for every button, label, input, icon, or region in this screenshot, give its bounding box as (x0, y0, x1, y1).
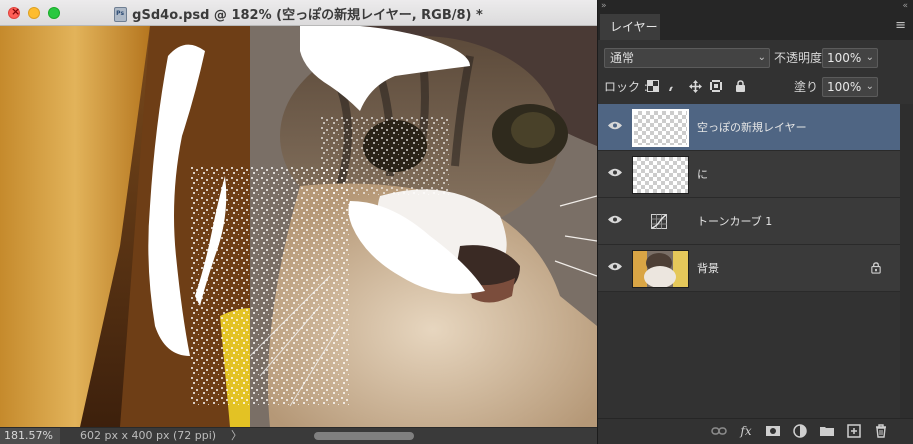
layer-thumbnail (632, 156, 689, 194)
mask-icon[interactable] (765, 423, 781, 439)
eye-icon[interactable] (608, 121, 622, 130)
panel-collapse-icon[interactable]: « (902, 0, 908, 12)
panel-close-icon[interactable]: » (601, 0, 607, 12)
curves-adjustment-icon (651, 214, 667, 229)
layer-row-background[interactable]: 背景 (598, 245, 900, 292)
blend-mode-value: 通常 (610, 51, 635, 65)
link-icon[interactable] (711, 423, 727, 439)
trash-icon[interactable] (873, 423, 889, 439)
layer-name[interactable]: 空っぽの新規レイヤー (697, 104, 807, 151)
lock-image-pixels-icon[interactable] (667, 80, 681, 94)
eye-icon[interactable] (608, 262, 622, 271)
chevron-down-icon: ⌄ (865, 81, 874, 92)
scrollbar-thumb[interactable] (314, 432, 414, 440)
folder-icon[interactable] (819, 423, 835, 439)
lock-transparent-pixels-icon[interactable] (646, 80, 660, 94)
layer-name[interactable]: に (697, 151, 708, 198)
layers-list: 空っぽの新規レイヤー に トーンカーブ 1 背景 (598, 104, 900, 318)
eye-icon[interactable] (608, 215, 622, 224)
image-canvas[interactable] (0, 26, 597, 427)
new-layer-icon[interactable] (846, 423, 862, 439)
lock-artboard-icon[interactable] (709, 80, 723, 94)
panel-header-strip: » « (598, 0, 913, 14)
canvas-artwork (0, 26, 597, 427)
layer-row-empty-new-layer[interactable]: 空っぽの新規レイヤー (598, 104, 900, 151)
opacity-field[interactable]: 100% ⌄ (822, 48, 878, 68)
chevron-down-icon: ⌄ (757, 52, 766, 63)
layer-name[interactable]: トーンカーブ 1 (697, 198, 772, 245)
adjustment-icon[interactable] (792, 423, 808, 439)
status-menu-arrow[interactable]: 〉 (231, 428, 242, 444)
blend-options-row: 通常 ⌄ 不透明度 : 100% ⌄ (598, 48, 913, 70)
layer-row-tone-curve[interactable]: トーンカーブ 1 (598, 198, 900, 245)
fill-value: 100% (827, 80, 862, 94)
document-title: gSd4o.psd @ 182% (空っぽの新規レイヤー, RGB/8) * (132, 8, 483, 23)
layers-panel: » « レイヤー ≡ 通常 ⌄ 不透明度 : 100% ⌄ ロック : 塗り:… (597, 0, 913, 444)
tab-layers[interactable]: レイヤー (600, 14, 660, 40)
layer-name[interactable]: 背景 (697, 245, 719, 292)
document-info: 602 px x 400 px (72 ppi) (80, 429, 217, 442)
panel-menu-icon[interactable]: ≡ (895, 18, 906, 33)
panel-tab-bar: レイヤー ≡ (598, 14, 913, 40)
fill-field[interactable]: 100% ⌄ (822, 77, 878, 97)
psd-file-icon (114, 7, 128, 22)
lock-label: ロック : (604, 80, 648, 94)
eye-icon[interactable] (608, 168, 622, 177)
title-bar: gSd4o.psd @ 182% (空っぽの新規レイヤー, RGB/8) * (0, 0, 597, 26)
panel-bottom-toolbar: fx (598, 418, 913, 444)
document-window: gSd4o.psd @ 182% (空っぽの新規レイヤー, RGB/8) * (0, 0, 597, 444)
fx-icon[interactable]: fx (738, 423, 754, 439)
layer-thumbnail (632, 250, 689, 288)
lock-all-icon[interactable] (733, 80, 747, 94)
horizontal-scrollbar[interactable] (244, 431, 597, 441)
status-bar: 181.57% 602 px x 400 px (72 ppi) 〉 (0, 427, 597, 444)
layer-row-ni[interactable]: に (598, 151, 900, 198)
lock-icon (871, 262, 881, 274)
chevron-down-icon: ⌄ (865, 52, 874, 63)
layer-thumbnail (632, 109, 689, 147)
panel-scrollbar[interactable] (900, 104, 913, 426)
lock-options-row: ロック : 塗り : 100% ⌄ (598, 77, 913, 99)
lock-position-icon[interactable] (688, 80, 702, 94)
zoom-level-field[interactable]: 181.57% (0, 428, 60, 444)
blend-mode-select[interactable]: 通常 ⌄ (604, 48, 770, 68)
opacity-value: 100% (827, 51, 862, 65)
